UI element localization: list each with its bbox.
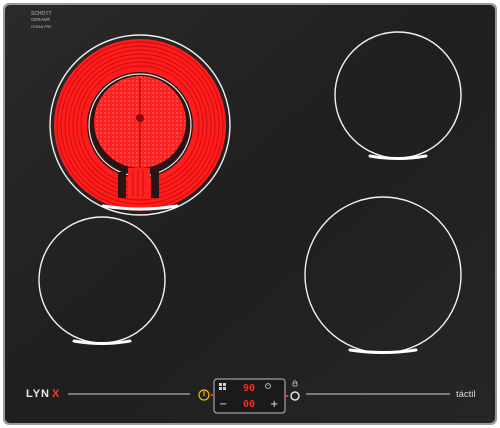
display-power-level: 90	[243, 383, 255, 394]
cert-line-2: CERAN®	[31, 16, 51, 22]
power-indicator	[210, 393, 214, 397]
brand-name-accent: X	[52, 388, 60, 400]
brand-name-prefix: LYN	[26, 388, 50, 400]
cert-line-3: CERAN PRE	[31, 25, 52, 29]
display-timer: 00	[243, 399, 255, 410]
terminal-bridge	[128, 168, 150, 198]
terminal-left	[118, 172, 126, 198]
control-panel: 90 − 00 +	[198, 378, 300, 414]
terminal-right	[151, 172, 159, 198]
cooktop: SCHOTT CERAN® CERAN PRE LYN X táctil 90 …	[0, 0, 500, 428]
brand-logo: LYN X	[26, 388, 60, 400]
minus-button[interactable]: −	[219, 399, 227, 410]
plus-button[interactable]: +	[270, 399, 278, 410]
lock-indicator	[285, 394, 289, 398]
certification-mark: SCHOTT CERAN® CERAN PRE	[31, 11, 52, 29]
zone-select-icon	[219, 383, 222, 386]
center-sensor	[136, 114, 144, 122]
touch-label: táctil	[456, 389, 476, 400]
cooktop-svg: SCHOTT CERAN® CERAN PRE LYN X táctil 90 …	[3, 3, 497, 425]
